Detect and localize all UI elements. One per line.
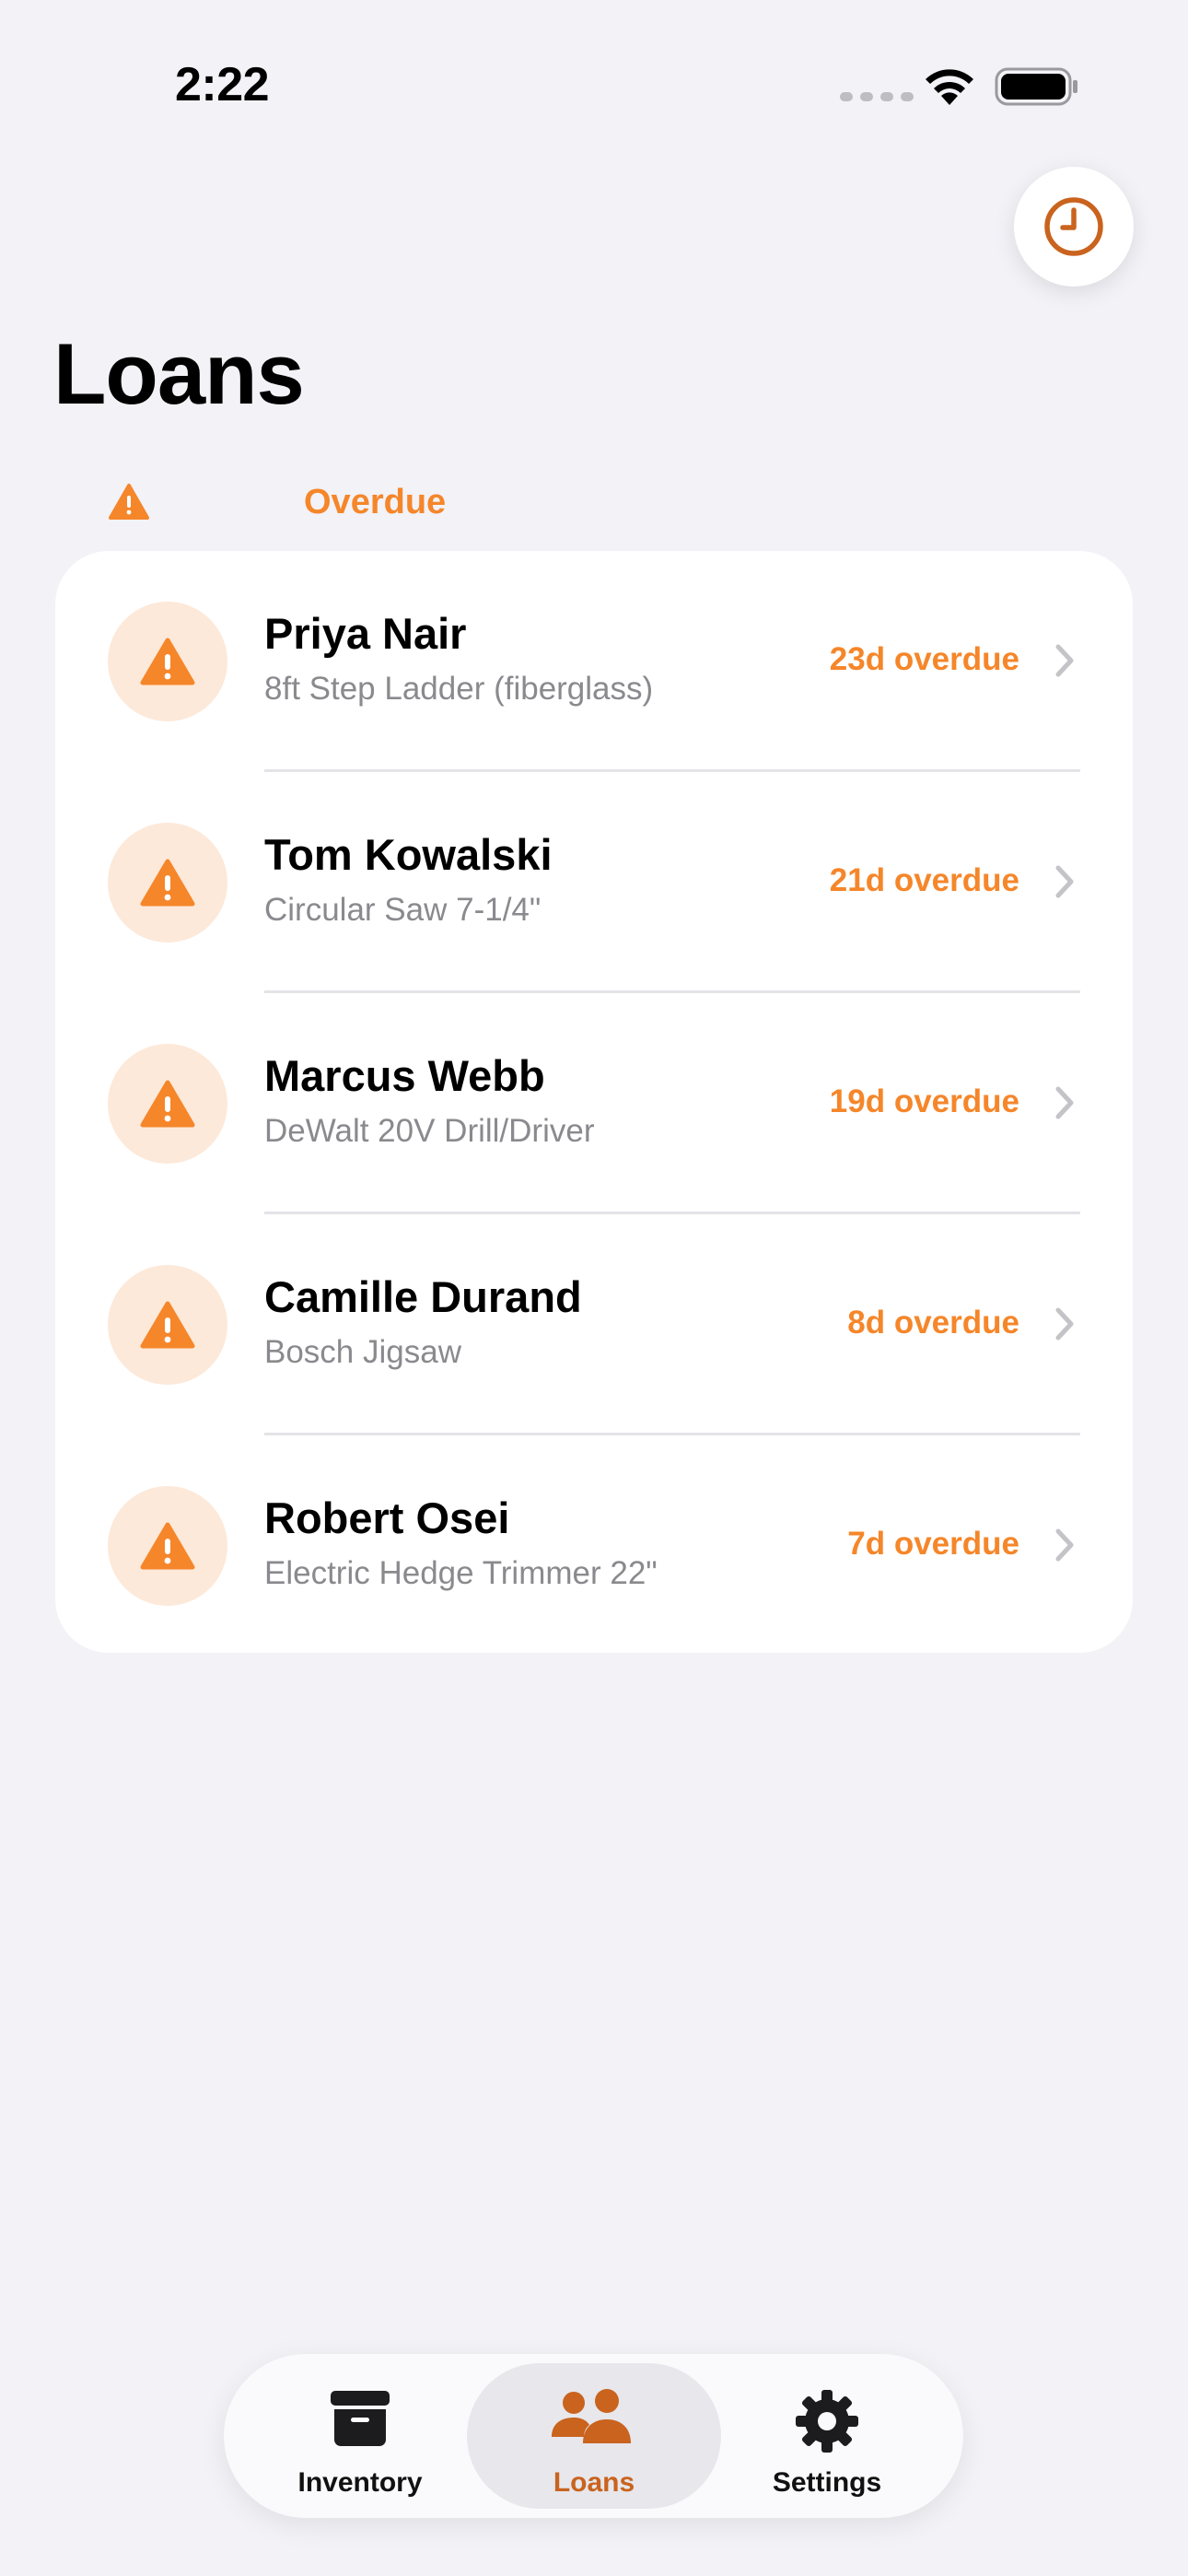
tab-bar: Inventory Loans Settings — [224, 2354, 963, 2518]
overdue-label: 23d overdue — [829, 641, 1019, 677]
wifi-icon — [926, 69, 973, 105]
warning-icon — [109, 484, 149, 520]
chevron-right-icon — [1055, 865, 1074, 898]
avatar — [108, 602, 227, 721]
warning-icon — [140, 638, 195, 685]
overdue-label: 8d overdue — [847, 1305, 1019, 1341]
chevron-right-icon — [1055, 644, 1074, 677]
item-name: DeWalt 20V Drill/Driver — [264, 1113, 595, 1149]
loan-row[interactable]: Marcus Webb DeWalt 20V Drill/Driver 19d … — [55, 993, 1133, 1214]
borrower-name: Camille Durand — [264, 1272, 582, 1321]
borrower-name: Robert Osei — [264, 1493, 510, 1542]
gear-icon — [796, 2390, 858, 2453]
borrower-name: Marcus Webb — [264, 1051, 545, 1100]
chevron-right-icon — [1055, 1528, 1074, 1562]
tab-label: Loans — [553, 2467, 635, 2498]
warning-icon — [140, 1080, 195, 1128]
avatar — [108, 1486, 227, 1606]
chevron-right-icon — [1055, 1307, 1074, 1341]
warning-icon — [140, 1522, 195, 1570]
status-time: 2:22 — [175, 58, 270, 111]
item-name: Circular Saw 7-1/4" — [264, 892, 542, 928]
tab-loans[interactable]: Loans — [467, 2363, 721, 2509]
overdue-label: 21d overdue — [829, 862, 1019, 898]
item-name: Bosch Jigsaw — [264, 1334, 461, 1370]
avatar — [108, 823, 227, 943]
borrower-name: Priya Nair — [264, 609, 467, 658]
overdue-label: 19d overdue — [829, 1083, 1019, 1119]
people-icon — [552, 2389, 631, 2443]
overdue-loans-list: Priya Nair 8ft Step Ladder (fiberglass) … — [55, 551, 1133, 1653]
status-indicators — [838, 64, 1082, 111]
history-button[interactable] — [1014, 167, 1134, 287]
cellular-signal-icon — [840, 92, 914, 101]
loan-row[interactable]: Tom Kowalski Circular Saw 7-1/4" 21d ove… — [55, 772, 1133, 993]
loan-row[interactable]: Priya Nair 8ft Step Ladder (fiberglass) … — [55, 551, 1133, 772]
page-title: Loans — [53, 325, 305, 422]
loan-row[interactable]: Robert Osei Electric Hedge Trimmer 22" 7… — [55, 1435, 1133, 1653]
avatar — [108, 1265, 227, 1385]
borrower-name: Tom Kowalski — [264, 830, 553, 879]
battery-icon — [995, 67, 1077, 106]
avatar — [108, 1044, 227, 1164]
warning-icon — [140, 1301, 195, 1349]
section-header-overdue: Overdue — [109, 479, 446, 525]
tab-inventory[interactable]: Inventory — [233, 2363, 487, 2509]
archive-box-icon — [331, 2391, 390, 2446]
warning-icon — [140, 859, 195, 907]
clock-icon — [1044, 197, 1103, 256]
overdue-label: 7d overdue — [847, 1526, 1019, 1562]
section-label: Overdue — [304, 483, 447, 521]
tab-label: Settings — [772, 2467, 882, 2498]
tab-label: Inventory — [297, 2467, 423, 2498]
chevron-right-icon — [1055, 1086, 1074, 1119]
item-name: Electric Hedge Trimmer 22" — [264, 1555, 658, 1591]
tab-settings[interactable]: Settings — [700, 2363, 954, 2509]
item-name: 8ft Step Ladder (fiberglass) — [264, 671, 654, 707]
loan-row[interactable]: Camille Durand Bosch Jigsaw 8d overdue — [55, 1214, 1133, 1435]
